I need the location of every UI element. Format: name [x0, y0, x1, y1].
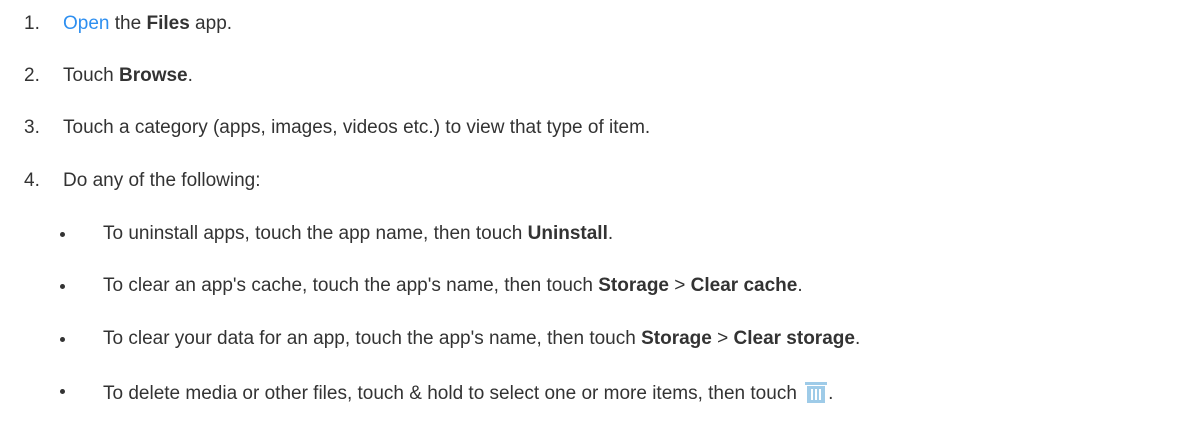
files-app-label: Files	[146, 13, 190, 34]
trash-icon	[804, 381, 828, 403]
clear-cache-label: Clear cache	[690, 275, 798, 296]
step-text-segment: Touch	[63, 65, 119, 86]
bullet-text-segment: To clear your data for an app, touch the…	[103, 328, 642, 349]
bullet-text: To clear your data for an app, touch the…	[103, 327, 860, 351]
bullet-text-segment: .	[607, 223, 614, 244]
bullet-dot	[60, 389, 65, 394]
step-text-segment: the	[109, 13, 147, 34]
storage-label: Storage	[641, 328, 712, 349]
bullet-text-segment: To clear an app's cache, touch the app's…	[103, 275, 599, 296]
bullet-dot	[60, 284, 65, 289]
uninstall-label: Uninstall	[527, 223, 608, 244]
bullet-text-segment: To uninstall apps, touch the app name, t…	[103, 223, 528, 244]
browse-label: Browse	[118, 65, 188, 86]
step-text: Touch Browse.	[63, 64, 193, 88]
bullet-text: To uninstall apps, touch the app name, t…	[103, 222, 613, 246]
bullet-text-segment: .	[797, 275, 803, 296]
step-text: Open the Files app.	[63, 12, 232, 36]
bullet-text: To clear an app's cache, touch the app's…	[103, 274, 803, 298]
step-text-segment: .	[187, 65, 193, 86]
step-text: Do any of the following:	[63, 170, 261, 191]
step-text: Touch a category (apps, images, videos e…	[63, 117, 651, 138]
bullet-text-segment: .	[828, 383, 834, 404]
bullet-text: To delete media or other files, touch & …	[103, 381, 833, 406]
bullet-text-separator: >	[669, 275, 691, 296]
step-number: 4.	[24, 170, 40, 191]
step-number: 3.	[24, 117, 40, 138]
clear-storage-label: Clear storage	[733, 328, 855, 349]
bullet-text-separator: >	[711, 328, 734, 349]
bullet-dot	[60, 232, 65, 237]
step-text-segment: app.	[189, 13, 233, 34]
bullet-dot	[60, 337, 65, 342]
bullet-text-segment: To delete media or other files, touch & …	[103, 383, 803, 404]
step-number: 2.	[24, 65, 40, 86]
open-link[interactable]: Open	[63, 13, 109, 34]
bullet-text-segment: .	[854, 328, 861, 349]
storage-label: Storage	[598, 275, 669, 296]
step-number: 1.	[24, 13, 40, 34]
